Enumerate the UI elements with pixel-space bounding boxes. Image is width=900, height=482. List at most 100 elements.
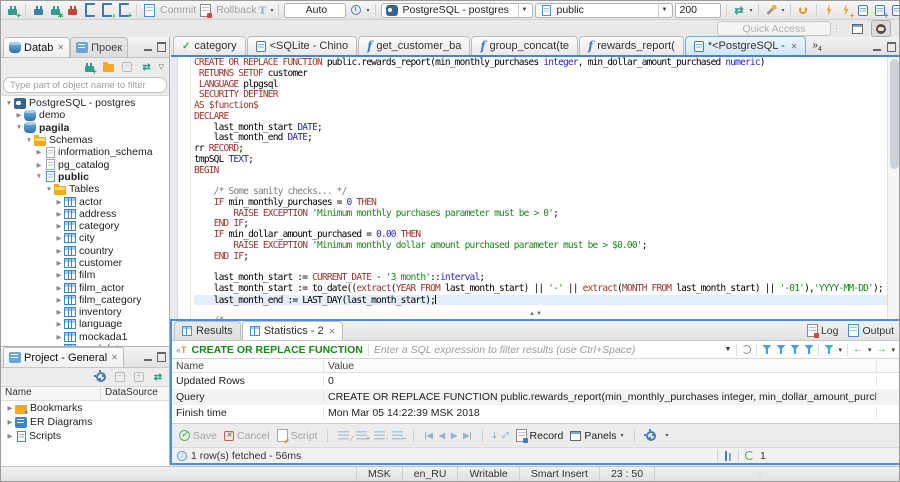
execute-statement-icon[interactable] [822,3,837,18]
editor-tab-group-concat-te[interactable]: f group_concat(te [471,36,579,55]
code-line[interactable]: last_month_end DATE; [194,132,887,144]
editor-tab-rewards-report[interactable]: f rewards_report( [579,36,684,55]
tree-item-city[interactable]: ▶ city [1,232,169,244]
tab-statistics[interactable]: Statistics - 2 ✕ [241,321,344,340]
tab-database-navigator[interactable]: Datab ✕ [3,37,71,57]
close-icon[interactable]: ✕ [111,353,118,362]
stat-row-query[interactable]: Query CREATE OR REPLACE FUNCTION public.r… [172,389,899,405]
project-item-bookmarks[interactable]: ▶ Bookmarks [1,401,169,416]
magic-wand-icon[interactable] [764,3,779,18]
fetch-page-icon[interactable]: ⤓ [493,431,497,441]
transaction-mode-button[interactable]: T ▾ [258,3,273,18]
commit-button[interactable]: Commit [142,3,196,18]
tree-item-film-actor[interactable]: ▶ film_actor [1,281,169,294]
collapse-arrow-icon[interactable]: ▼ [44,186,54,193]
explain-plan-icon[interactable] [890,3,899,18]
code-line[interactable]: tmpSQL TEXT; [194,154,887,166]
code-line[interactable]: RETURNS SETOF customer [194,68,887,80]
filter-apply-icon[interactable] [762,345,772,354]
nav-view-menu-icon[interactable]: ▽ [159,63,164,71]
new-sql-editor-icon[interactable]: + [116,3,132,19]
previous-row-icon[interactable]: ◀ [439,431,445,440]
nav-collapse-all-icon[interactable]: − [121,61,134,74]
pin-columns-icon[interactable] [724,450,732,461]
code-line[interactable]: last_month_end := LAST_DAY(last_month_st… [194,294,887,305]
nav-forward-icon[interactable]: → [876,344,886,355]
code-line[interactable]: LANGUAGE plpgsql [194,79,887,91]
stat-row-finish-time[interactable]: Finish time Mon Mar 05 14:22:39 MSK 2018 [172,405,899,421]
expand-arrow-icon[interactable]: ▶ [54,247,64,255]
execute-script-icon[interactable] [856,3,871,18]
tree-item-address[interactable]: ▶ address [1,208,169,220]
cancel-button[interactable]: ✕ Cancel [223,430,270,442]
column-header-name[interactable]: Name [172,359,324,372]
copy-row-icon[interactable]: ◦ [374,431,388,443]
project-collapse-icon[interactable]: − [113,371,126,384]
code-line[interactable]: RAISE EXCEPTION 'Minimum monthly purchas… [194,208,887,220]
tree-item-country[interactable]: ▶ country [1,245,169,257]
nav-back-dropdown-icon[interactable]: ▾ [868,346,872,354]
tree-item-pagila[interactable]: ▼ pagila [1,122,169,134]
script-button[interactable]: Script [276,429,317,442]
tab-projects[interactable]: Проек [70,37,129,57]
nav-new-connection-icon[interactable]: + [83,61,97,75]
status-item-en-ru[interactable]: en_RU [403,467,459,481]
tree-item-customer[interactable]: ▶ customer [1,257,169,269]
commit-mode-select[interactable]: Auto [284,2,347,18]
code-line[interactable]: rr RECORD; [194,143,887,155]
column-name[interactable]: Name [1,387,101,400]
project-link-icon[interactable]: ⇄ [151,371,164,384]
sql-editor-icon[interactable] [82,3,97,18]
status-item-writable[interactable]: Writable [458,467,520,481]
schema-select[interactable]: public ▼ [534,2,673,18]
stat-row-updated-rows[interactable]: Updated Rows 0 [172,373,899,389]
filter-save-icon[interactable] [824,345,834,354]
settings-dropdown-icon[interactable]: ▾ [666,432,669,439]
column-header-value[interactable]: Value [324,359,877,372]
execution-refresh-icon[interactable] [745,451,754,460]
close-icon[interactable]: ✕ [791,42,798,51]
nav-new-folder-icon[interactable] [102,61,115,74]
editor-tab-category[interactable]: ✓ category [173,36,246,55]
expand-arrow-icon[interactable]: ▶ [54,333,64,341]
fetch-size-input[interactable]: 200 [674,2,721,18]
delete-row-icon[interactable]: − [392,431,406,443]
dbeaver-perspective-button[interactable] [871,20,891,37]
output-button[interactable]: Output [848,324,894,337]
filter-clear-icon[interactable] [790,345,800,354]
editor-vertical-scrollbar[interactable] [887,57,899,319]
expand-arrow-icon[interactable]: ▶ [5,432,15,440]
column-datasource[interactable]: DataSource [101,387,158,400]
status-item-msk[interactable]: MSK [356,467,403,481]
nav-back-icon[interactable]: ← [853,344,863,355]
code-line[interactable]: BEGIN [194,165,887,177]
expand-arrow-icon[interactable]: ▶ [14,111,24,119]
status-item-smart-insert[interactable]: Smart Insert [520,467,600,481]
refresh-icon[interactable]: ⇄ [732,3,747,18]
expand-arrow-icon[interactable]: ▶ [54,296,64,304]
open-perspective-button[interactable] [847,20,867,37]
scrollbar-thumb[interactable] [890,59,899,169]
quick-access-input[interactable]: Quick Access [717,21,831,36]
tree-item-film-category[interactable]: ▶ film_category [1,294,169,306]
reconnect-icon[interactable]: ∗ [48,3,64,19]
wand-dropdown[interactable]: ▾ [782,7,785,14]
navigator-filter-input[interactable]: Type part of object name to filter [3,77,167,93]
sash-grip[interactable]: ▲▼ [529,311,543,317]
edit-row-icon[interactable]: ∕ [338,431,352,443]
tree-item-film[interactable]: ▶ film [1,269,169,281]
expand-arrow-icon[interactable]: ▶ [54,320,64,328]
expand-arrow-icon[interactable]: ▶ [5,404,15,412]
filter-expression-input[interactable]: Enter a SQL expression to filter results… [374,344,720,356]
code-line[interactable]: AS $function$ [194,100,887,112]
first-row-icon[interactable]: |◀ [424,431,432,440]
filter-remove-icon[interactable] [776,345,786,354]
tree-item-public[interactable]: ▼ public [1,171,169,183]
expand-arrow-icon[interactable]: ▶ [34,148,44,156]
project-item-er-diagrams[interactable]: ▶ ER Diagrams [1,415,169,429]
close-icon[interactable]: ✕ [57,43,64,52]
expand-arrow-icon[interactable]: ▶ [54,271,64,279]
minimize-icon[interactable] [144,48,152,51]
panels-button[interactable]: Panels ▾ [570,430,624,442]
filter-custom-icon[interactable] [804,345,814,354]
